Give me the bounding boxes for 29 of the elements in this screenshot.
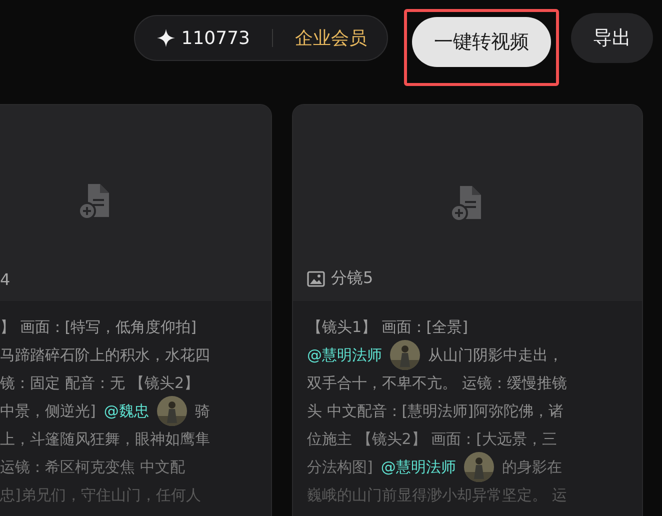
description-text: 骑 <box>194 402 210 420</box>
description-text: 马蹄踏碎石阶上的积水，水花四 <box>0 346 210 364</box>
mention-link[interactable]: @慧明法师 <box>307 346 382 364</box>
shot-label: 4 <box>0 270 10 289</box>
storyboard-card[interactable]: 4 】 画面：[特写，低角度仰拍] 马蹄踏碎石阶上的积水，水花四 镜：固定 配音：无 【镜头2】 中景，侧逆光] @魏忠 骑 上，斗篷随风狂舞，眼神如鹰隼 运镜：希区柯克变焦 中文配 忠]弟兄们，守住山门，任何人 <box>0 104 272 516</box>
membership-label: 企业会员 <box>295 27 367 50</box>
convert-video-button[interactable]: 一键转视频 <box>412 17 551 67</box>
description-text: 忠]弟兄们，守住山门，任何人 <box>0 486 201 504</box>
mention-link[interactable]: @慧明法师 <box>380 458 456 476</box>
description-text: 【镜头1】 画面：[全景] <box>307 318 468 336</box>
export-button[interactable]: 导出 <box>571 13 653 63</box>
credits-count: 110773 <box>181 28 250 48</box>
description-text: 从山门阴影中走出， <box>428 346 563 364</box>
description-text: 上，斗篷随风狂舞，眼神如鹰隼 <box>0 430 210 448</box>
description-text: 巍峨的山门前显得渺小却异常坚定。 运 <box>307 486 567 504</box>
description-text: 的身影在 <box>502 458 562 476</box>
description-text: 分法构图] <box>307 458 373 476</box>
description-text: 运镜：希区柯克变焦 中文配 <box>0 458 185 476</box>
description-text: 头 中文配音：[慧明法师]阿弥陀佛，诸 <box>307 402 564 420</box>
description-text: 中景，侧逆光] <box>0 402 96 420</box>
sparkle-icon <box>157 29 176 47</box>
storyboard-card[interactable]: 分镜5 【镜头1】 画面：[全景] @慧明法师 从山门阴影中走出， 双手合十，不卑不亢。 运镜：缓慢推镜 头 中文配音：[慧明法师]阿弥陀佛，诸 位施主 【镜头2】 画面：[大远景，三 分法构图] @慧明法师 的身影在 巍峨的山门前显得渺小却异常坚定。 运 <box>292 104 643 516</box>
description-text: 双手合十，不卑不亢。 运镜：缓慢推镜 <box>307 374 567 392</box>
credits-pill[interactable]: 110773 企业会员 <box>134 15 388 61</box>
mention-link[interactable]: @魏忠 <box>104 402 149 420</box>
description-text: 位施主 【镜头2】 画面：[大远景，三 <box>307 430 557 448</box>
description-text: 镜：固定 配音：无 【镜头2】 <box>0 374 200 392</box>
description-text: 】 画面：[特写，低角度仰拍] <box>0 318 196 336</box>
shot-label: 分镜5 <box>331 268 374 289</box>
